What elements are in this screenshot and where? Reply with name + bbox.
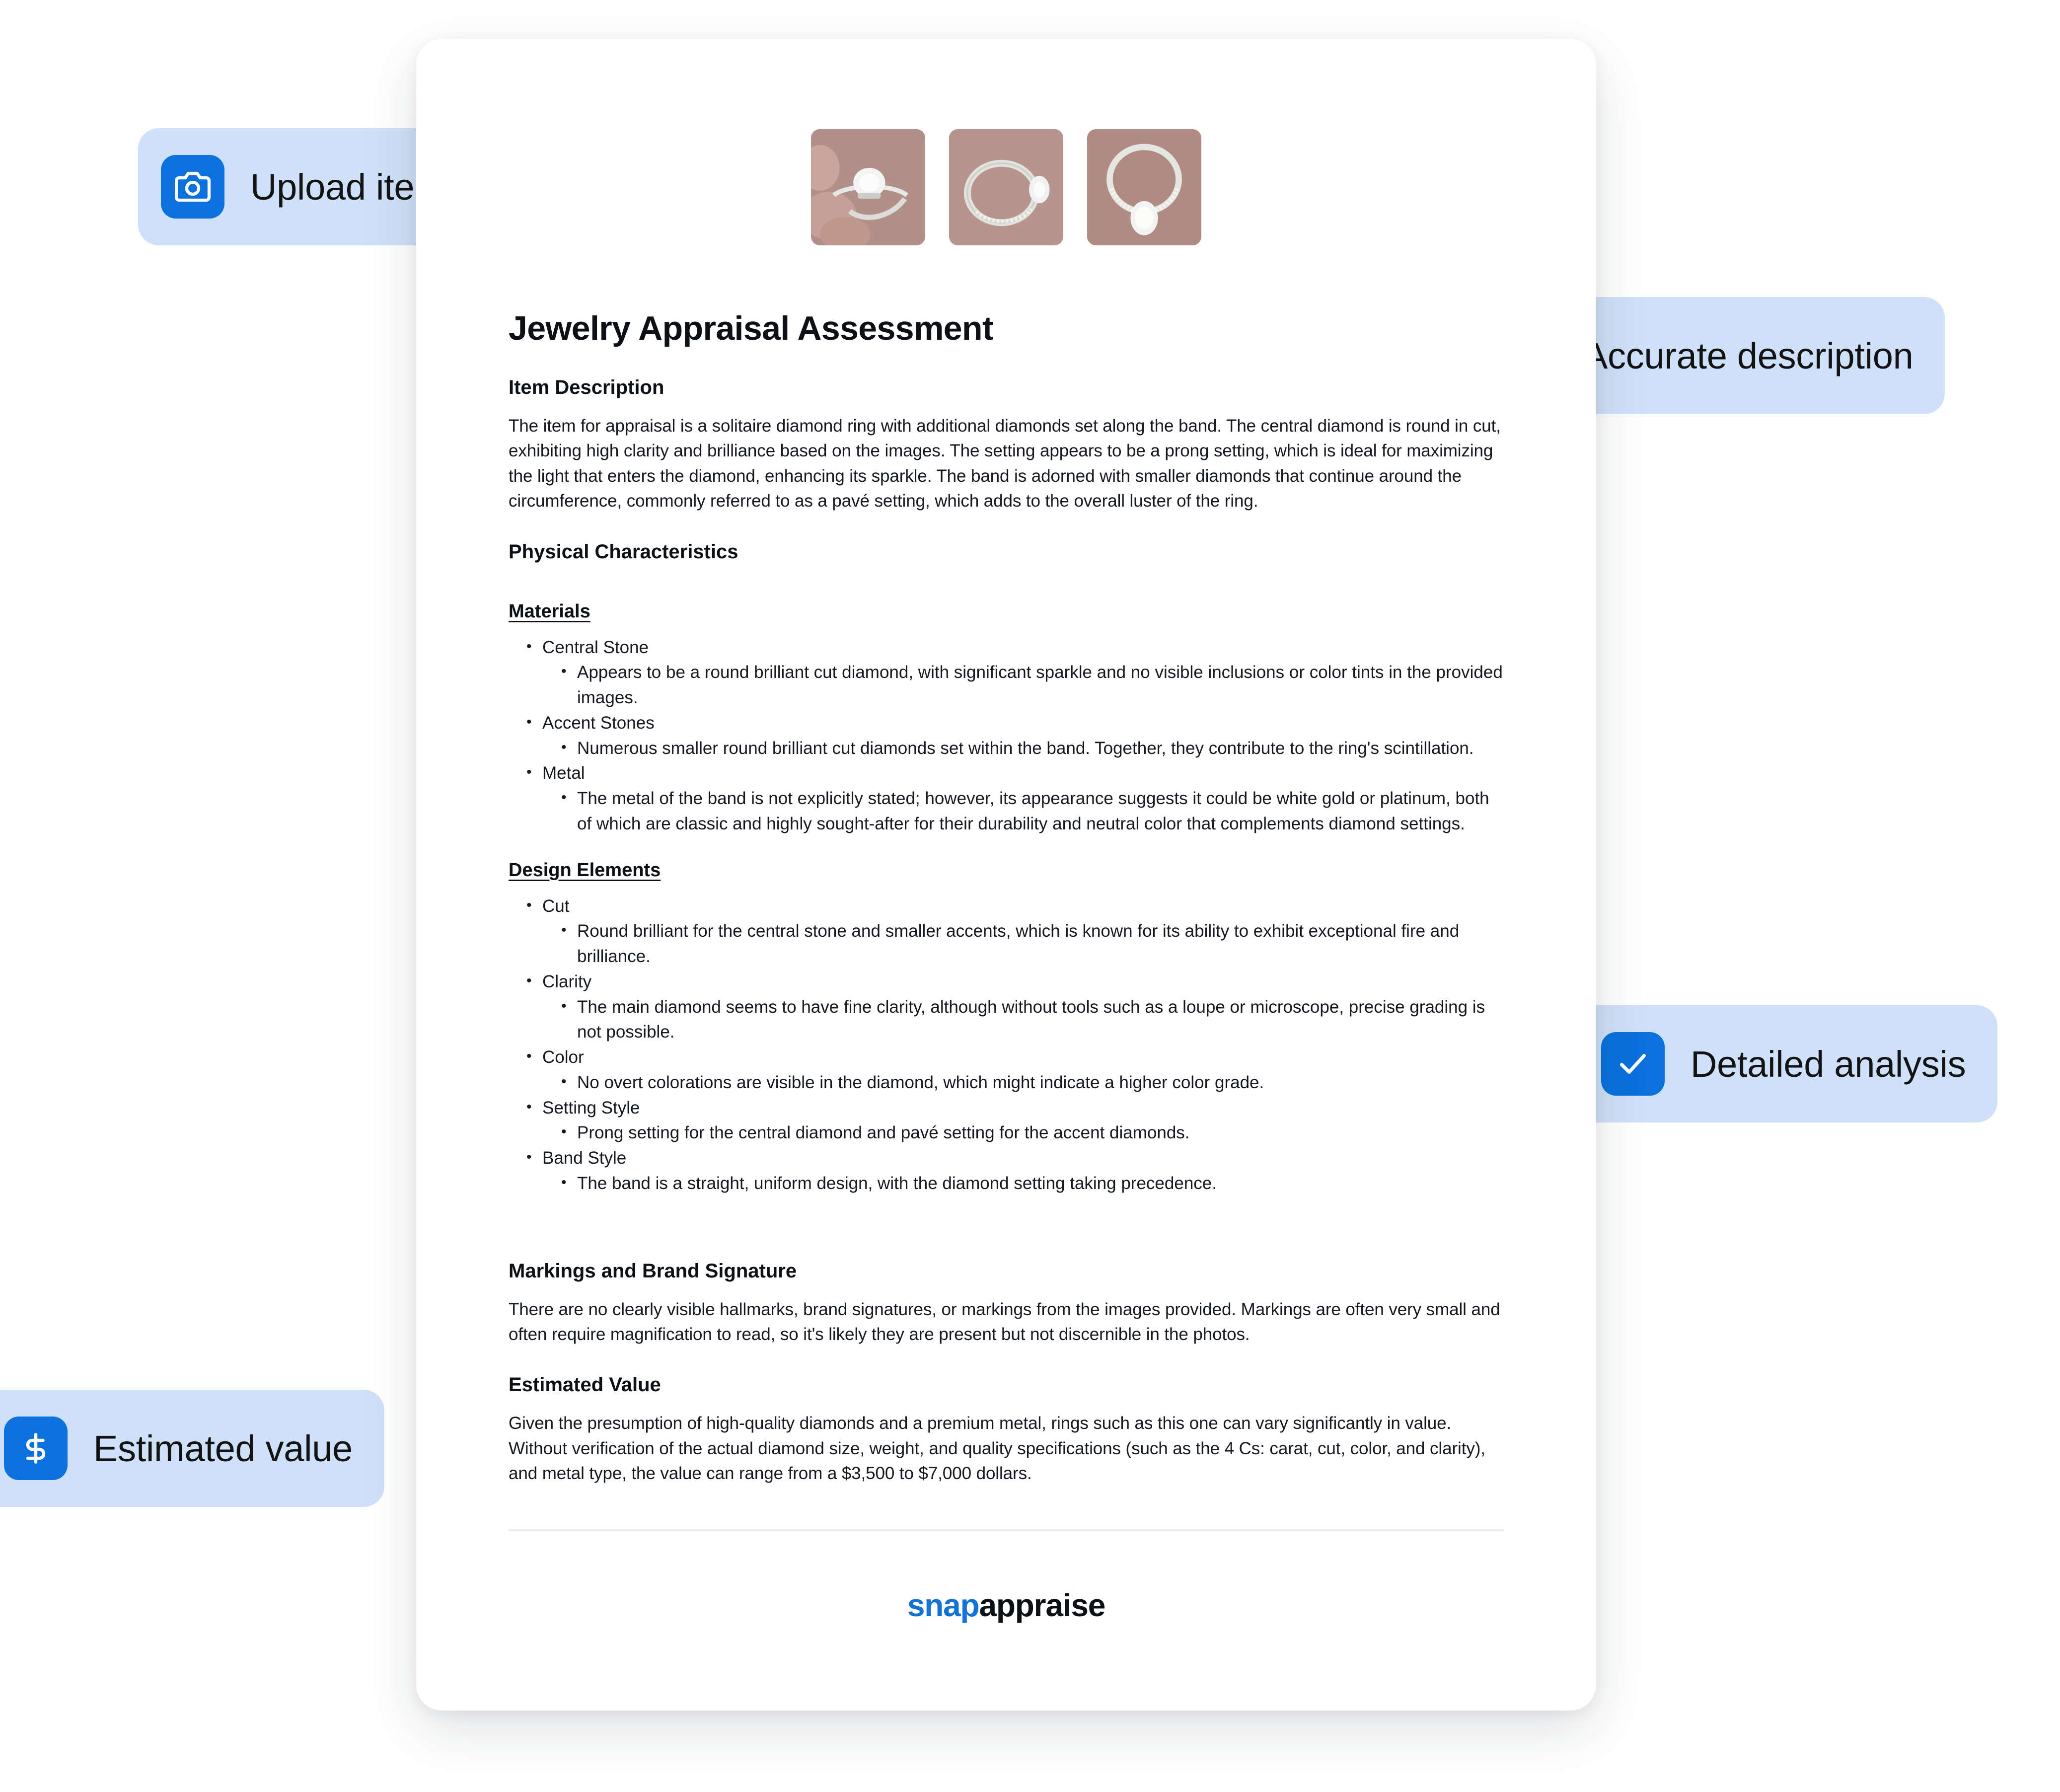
list-item: Cut Round brilliant for the central ston… bbox=[525, 894, 1504, 970]
list-item-label: Color bbox=[542, 1047, 584, 1067]
list-item: The metal of the band is not explicitly … bbox=[560, 786, 1504, 837]
list-item: Metal The metal of the band is not expli… bbox=[525, 760, 1504, 837]
markings-text: There are no clearly visible hallmarks, … bbox=[509, 1299, 1500, 1344]
page-title: Jewelry Appraisal Assessment bbox=[509, 309, 994, 347]
nested-list: No overt colorations are visible in the … bbox=[560, 1070, 1504, 1096]
estimated-value-text: Given the presumption of high-quality di… bbox=[509, 1414, 1485, 1484]
nested-list: Appears to be a round brilliant cut diam… bbox=[560, 660, 1504, 711]
uploaded-photo-thumbnails bbox=[416, 39, 1596, 245]
brand-logo-part-one: snap bbox=[907, 1587, 980, 1623]
section-heading-estimated-value: Estimated Value bbox=[509, 1374, 661, 1396]
nested-list: Numerous smaller round brilliant cut dia… bbox=[560, 736, 1504, 761]
diamond-ring-side-profile-image bbox=[949, 129, 1063, 245]
photo-thumbnail[interactable] bbox=[811, 129, 925, 245]
diamond-ring-held-in-fingers-image bbox=[811, 129, 925, 245]
design-elements-list: Cut Round brilliant for the central ston… bbox=[525, 894, 1504, 1196]
list-item: Clarity The main diamond seems to have f… bbox=[525, 969, 1504, 1045]
footer-divider bbox=[509, 1529, 1504, 1531]
nested-list: The band is a straight, uniform design, … bbox=[560, 1171, 1504, 1196]
feature-pill-detailed-analysis[interactable]: Detailed analysis bbox=[1578, 1005, 1998, 1122]
list-item: Prong setting for the central diamond an… bbox=[560, 1120, 1504, 1146]
photo-thumbnail[interactable] bbox=[949, 129, 1063, 245]
materials-list: Central Stone Appears to be a round bril… bbox=[525, 635, 1504, 837]
nested-list: Round brilliant for the central stone an… bbox=[560, 918, 1504, 970]
list-item: Setting Style Prong setting for the cent… bbox=[525, 1095, 1504, 1146]
list-item-label: Central Stone bbox=[542, 637, 649, 657]
feature-pill-estimated-value[interactable]: Estimated value bbox=[0, 1390, 384, 1507]
nested-list: The metal of the band is not explicitly … bbox=[560, 786, 1504, 837]
item-description-text: The item for appraisal is a solitaire di… bbox=[509, 416, 1501, 511]
feature-pill-label: Estimated value bbox=[93, 1427, 353, 1469]
nested-list: Prong setting for the central diamond an… bbox=[560, 1120, 1504, 1146]
subsection-heading-materials: Materials bbox=[509, 600, 590, 622]
list-item-label: Cut bbox=[542, 896, 570, 916]
list-item: Appears to be a round brilliant cut diam… bbox=[560, 660, 1504, 711]
list-item-label: Clarity bbox=[542, 971, 592, 991]
list-item: Central Stone Appears to be a round bril… bbox=[525, 635, 1504, 711]
list-item-label: Setting Style bbox=[542, 1098, 640, 1118]
list-item-label: Metal bbox=[542, 763, 585, 783]
list-item: Round brilliant for the central stone an… bbox=[560, 918, 1504, 970]
appraisal-body: Jewelry Appraisal Assessment Item Descri… bbox=[416, 309, 1596, 1487]
brand-logo-part-two: appraise bbox=[979, 1587, 1105, 1623]
dollar-icon bbox=[4, 1417, 68, 1480]
list-item: No overt colorations are visible in the … bbox=[560, 1070, 1504, 1096]
section-heading-markings-and-brand-signature: Markings and Brand Signature bbox=[509, 1260, 797, 1282]
brand-logo: snapappraise bbox=[416, 1587, 1596, 1624]
page-root: Upload item photos Accurate description … bbox=[0, 0, 2060, 1792]
section-heading-physical-characteristics: Physical Characteristics bbox=[509, 540, 738, 563]
list-item-label: Accent Stones bbox=[542, 713, 655, 733]
check-icon bbox=[1601, 1032, 1665, 1096]
list-item-label: Band Style bbox=[542, 1148, 627, 1168]
feature-pill-label: Detailed analysis bbox=[1691, 1043, 1966, 1085]
appraisal-document-card: Jewelry Appraisal Assessment Item Descri… bbox=[416, 39, 1596, 1711]
subsection-heading-design-elements: Design Elements bbox=[509, 859, 661, 881]
nested-list: The main diamond seems to have fine clar… bbox=[560, 994, 1504, 1045]
diamond-ring-top-down-band-image bbox=[1087, 129, 1201, 245]
photo-thumbnail[interactable] bbox=[1087, 129, 1201, 245]
list-item: The band is a straight, uniform design, … bbox=[560, 1171, 1504, 1196]
list-item: The main diamond seems to have fine clar… bbox=[560, 994, 1504, 1045]
list-item: Color No overt colorations are visible i… bbox=[525, 1045, 1504, 1096]
list-item: Numerous smaller round brilliant cut dia… bbox=[560, 736, 1504, 761]
feature-pill-label: Accurate description bbox=[1583, 335, 1913, 376]
camera-icon bbox=[161, 155, 224, 219]
list-item: Accent Stones Numerous smaller round bri… bbox=[525, 710, 1504, 761]
list-item: Band Style The band is a straight, unifo… bbox=[525, 1145, 1504, 1196]
section-heading-item-description: Item Description bbox=[509, 376, 664, 398]
